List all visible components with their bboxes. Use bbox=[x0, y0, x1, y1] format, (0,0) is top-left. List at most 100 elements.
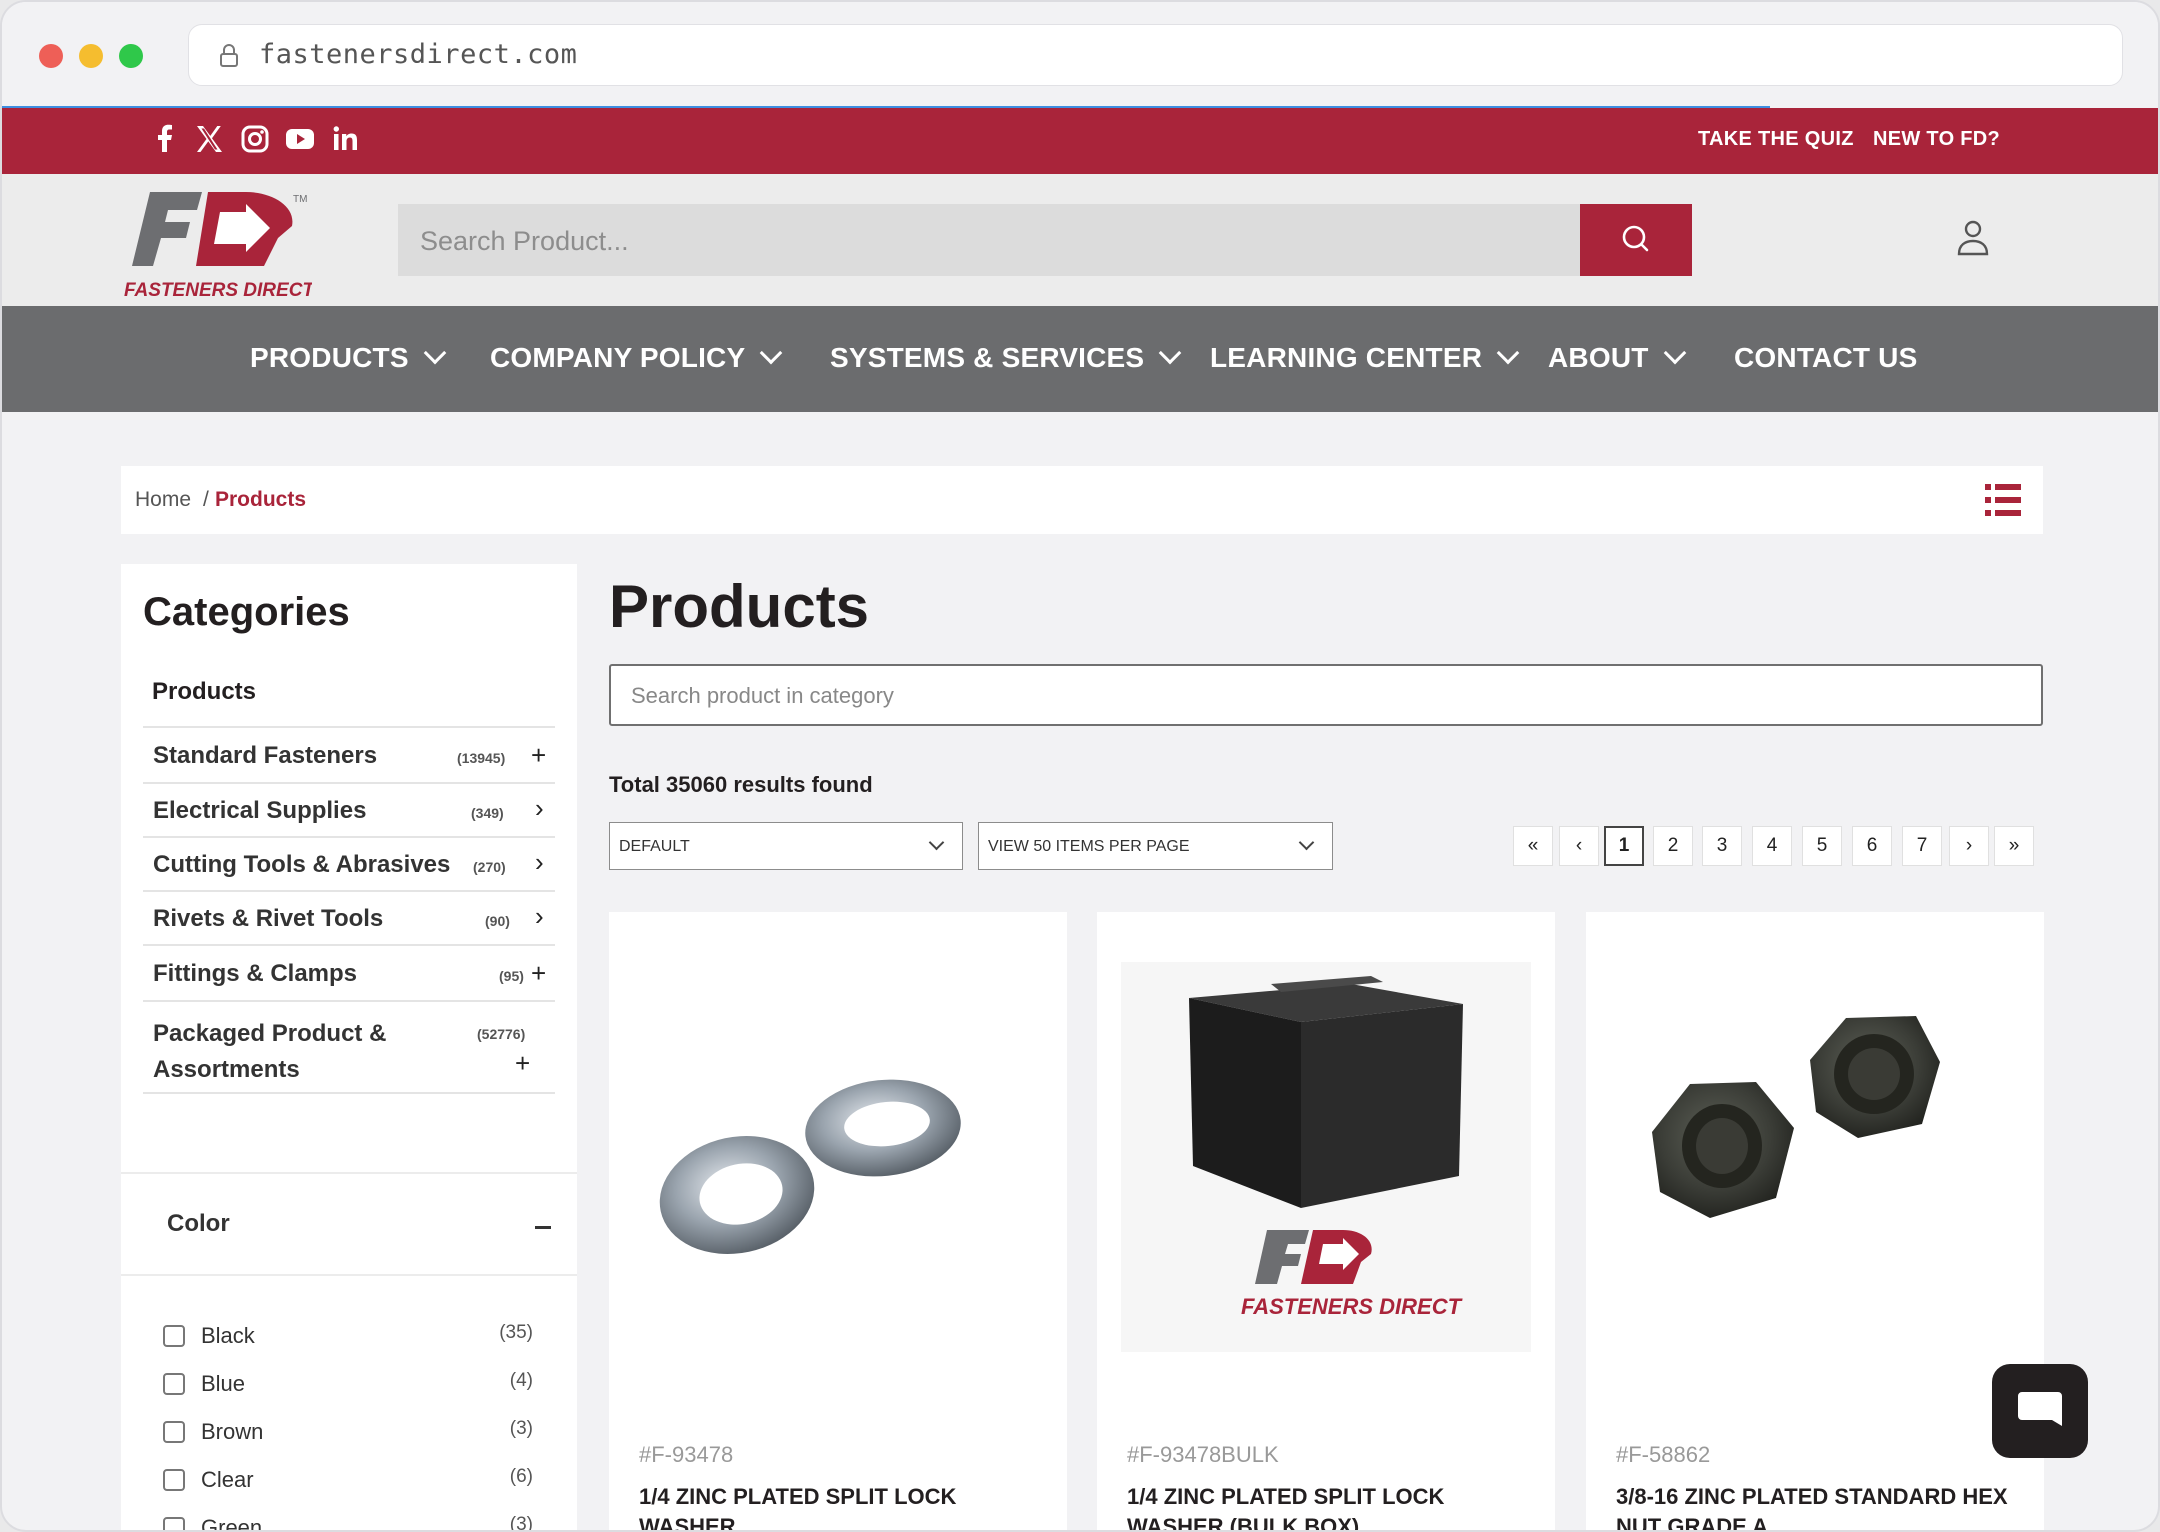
chevron-right-icon[interactable]: › bbox=[535, 847, 544, 878]
page-1-button[interactable]: 1 bbox=[1604, 826, 1644, 866]
first-page-button[interactable]: « bbox=[1513, 826, 1553, 866]
chat-button[interactable] bbox=[1992, 1364, 2088, 1458]
minimize-window-button[interactable] bbox=[79, 44, 103, 68]
nav-company-policy[interactable]: COMPANY POLICY bbox=[490, 341, 783, 374]
category-packaged-product-assortments[interactable]: Packaged Product & Assortments (52776) + bbox=[143, 1000, 555, 1094]
category-label: Cutting Tools & Abrasives bbox=[153, 851, 451, 878]
category-count: (95) bbox=[499, 968, 524, 984]
maximize-window-button[interactable] bbox=[119, 44, 143, 68]
category-count: (349) bbox=[471, 805, 504, 821]
lock-icon bbox=[220, 44, 238, 67]
chevron-down-icon bbox=[1663, 341, 1686, 365]
logo-wordmark: FASTENERS DIRECT bbox=[124, 280, 312, 301]
chevron-right-icon[interactable]: › bbox=[535, 793, 544, 824]
sort-select-value: DEFAULT bbox=[619, 838, 690, 855]
category-standard-fasteners[interactable]: Standard Fasteners (13945) + bbox=[143, 726, 555, 782]
last-page-button[interactable]: » bbox=[1994, 826, 2034, 866]
nav-contact-us[interactable]: CONTACT US bbox=[1734, 342, 1917, 374]
search-button[interactable] bbox=[1580, 204, 1692, 276]
product-card[interactable]: FASTENERS DIRECT #F-93478BULK 1/4 ZINC P… bbox=[1097, 912, 1555, 1530]
product-name[interactable]: 1/4 ZINC PLATED SPLIT LOCK WASHER bbox=[639, 1482, 1039, 1530]
list-view-icon[interactable] bbox=[1985, 482, 2021, 518]
browser-window: fastenersdirect.com TAKE THE QUIZ NEW TO… bbox=[0, 0, 2160, 1532]
results-count: Total 35060 results found bbox=[609, 772, 873, 797]
page-6-button[interactable]: 6 bbox=[1852, 826, 1892, 866]
nav-products-label: PRODUCTS bbox=[250, 342, 409, 373]
collapse-minus-icon[interactable] bbox=[535, 1226, 551, 1229]
color-option-blue[interactable]: Blue (4) bbox=[163, 1370, 533, 1400]
product-name[interactable]: 3/8-16 ZINC PLATED STANDARD HEX NUT GRAD… bbox=[1616, 1482, 2016, 1530]
category-count: (270) bbox=[473, 859, 506, 875]
color-option-green[interactable]: Green (3) bbox=[163, 1514, 533, 1532]
checkbox[interactable] bbox=[163, 1325, 185, 1347]
category-count: (13945) bbox=[457, 750, 506, 766]
category-rivets-rivet-tools[interactable]: Rivets & Rivet Tools (90) › bbox=[143, 890, 555, 944]
nav-learning-center-label: LEARNING CENTER bbox=[1210, 342, 1483, 373]
color-option-label: Brown bbox=[201, 1419, 264, 1444]
linkedin-icon[interactable] bbox=[328, 122, 362, 156]
breadcrumb-current: Products bbox=[215, 488, 307, 511]
page-5-button[interactable]: 5 bbox=[1802, 826, 1842, 866]
nav-contact-us-label: CONTACT US bbox=[1734, 342, 1918, 373]
page-title: Products bbox=[609, 573, 870, 640]
color-option-brown[interactable]: Brown (3) bbox=[163, 1418, 533, 1448]
checkbox[interactable] bbox=[163, 1469, 185, 1491]
youtube-icon[interactable] bbox=[283, 122, 317, 156]
category-label: Rivets & Rivet Tools bbox=[153, 905, 384, 932]
page-7-button[interactable]: 7 bbox=[1902, 826, 1942, 866]
page-2-button[interactable]: 2 bbox=[1653, 826, 1693, 866]
category-electrical-supplies[interactable]: Electrical Supplies (349) › bbox=[143, 782, 555, 836]
sort-select[interactable]: DEFAULT bbox=[609, 822, 963, 870]
checkbox[interactable] bbox=[163, 1517, 185, 1530]
expand-plus-icon[interactable]: + bbox=[531, 740, 546, 771]
next-page-button[interactable]: › bbox=[1949, 826, 1989, 866]
take-the-quiz-link[interactable]: TAKE THE QUIZ bbox=[1698, 128, 1854, 151]
page-3-button[interactable]: 3 bbox=[1702, 826, 1742, 866]
per-page-select[interactable]: VIEW 50 ITEMS PER PAGE bbox=[978, 822, 1333, 870]
breadcrumb-home[interactable]: Home bbox=[135, 488, 191, 512]
nav-products[interactable]: PRODUCTS bbox=[250, 341, 447, 374]
checkbox[interactable] bbox=[163, 1373, 185, 1395]
fasteners-direct-logo[interactable]: TM FASTENERS DIRECT bbox=[122, 182, 315, 302]
facebook-icon[interactable] bbox=[148, 122, 182, 156]
breadcrumb-separator: / bbox=[203, 488, 209, 511]
nav-learning-center[interactable]: LEARNING CENTER bbox=[1210, 341, 1520, 374]
address-bar[interactable]: fastenersdirect.com bbox=[188, 24, 2123, 86]
chevron-right-icon[interactable]: › bbox=[535, 901, 544, 932]
nav-about[interactable]: ABOUT bbox=[1548, 341, 1686, 374]
checkbox[interactable] bbox=[163, 1421, 185, 1443]
hex-nut-image bbox=[1652, 1016, 1940, 1218]
previous-page-button[interactable]: ‹ bbox=[1559, 826, 1599, 866]
color-option-label: Black bbox=[201, 1323, 255, 1348]
chevron-down-icon bbox=[928, 834, 945, 851]
instagram-icon[interactable] bbox=[238, 122, 272, 156]
color-filter-label: Color bbox=[167, 1210, 230, 1237]
color-option-count: (3) bbox=[509, 1514, 533, 1532]
search-input[interactable]: Search Product... bbox=[420, 226, 629, 257]
chevron-down-icon bbox=[1298, 834, 1315, 851]
expand-plus-icon[interactable]: + bbox=[515, 1048, 530, 1079]
product-card[interactable]: #F-93478 1/4 ZINC PLATED SPLIT LOCK WASH… bbox=[609, 912, 1067, 1530]
account-icon[interactable] bbox=[1956, 218, 1990, 258]
close-window-button[interactable] bbox=[39, 44, 63, 68]
page-4-button[interactable]: 4 bbox=[1752, 826, 1792, 866]
category-fittings-clamps[interactable]: Fittings & Clamps (95) + bbox=[143, 944, 555, 1000]
color-filter-header[interactable]: Color bbox=[121, 1172, 577, 1276]
category-search-input[interactable]: Search product in category bbox=[609, 664, 2043, 726]
expand-plus-icon[interactable]: + bbox=[531, 958, 546, 989]
color-option-clear[interactable]: Clear (6) bbox=[163, 1466, 533, 1496]
chevron-down-icon bbox=[1158, 341, 1182, 365]
category-root-products[interactable]: Products bbox=[152, 678, 256, 706]
product-card[interactable]: #F-58862 3/8-16 ZINC PLATED STANDARD HEX… bbox=[1586, 912, 2044, 1530]
category-count: (52776) bbox=[477, 1026, 526, 1042]
product-name[interactable]: 1/4 ZINC PLATED SPLIT LOCK WASHER (BULK … bbox=[1127, 1482, 1527, 1530]
x-icon[interactable] bbox=[192, 122, 226, 156]
category-label: Electrical Supplies bbox=[153, 797, 367, 824]
top-bar: TAKE THE QUIZ NEW TO FD? bbox=[2, 108, 2158, 174]
breadcrumb: Home / Products bbox=[121, 466, 2043, 534]
svg-text:TM: TM bbox=[293, 194, 307, 205]
new-to-fd-link[interactable]: NEW TO FD? bbox=[1873, 128, 2000, 151]
nav-systems-services[interactable]: SYSTEMS & SERVICES bbox=[830, 341, 1182, 374]
color-option-black[interactable]: Black (35) bbox=[163, 1322, 533, 1352]
category-cutting-tools-abrasives[interactable]: Cutting Tools & Abrasives (270) › bbox=[143, 836, 555, 890]
